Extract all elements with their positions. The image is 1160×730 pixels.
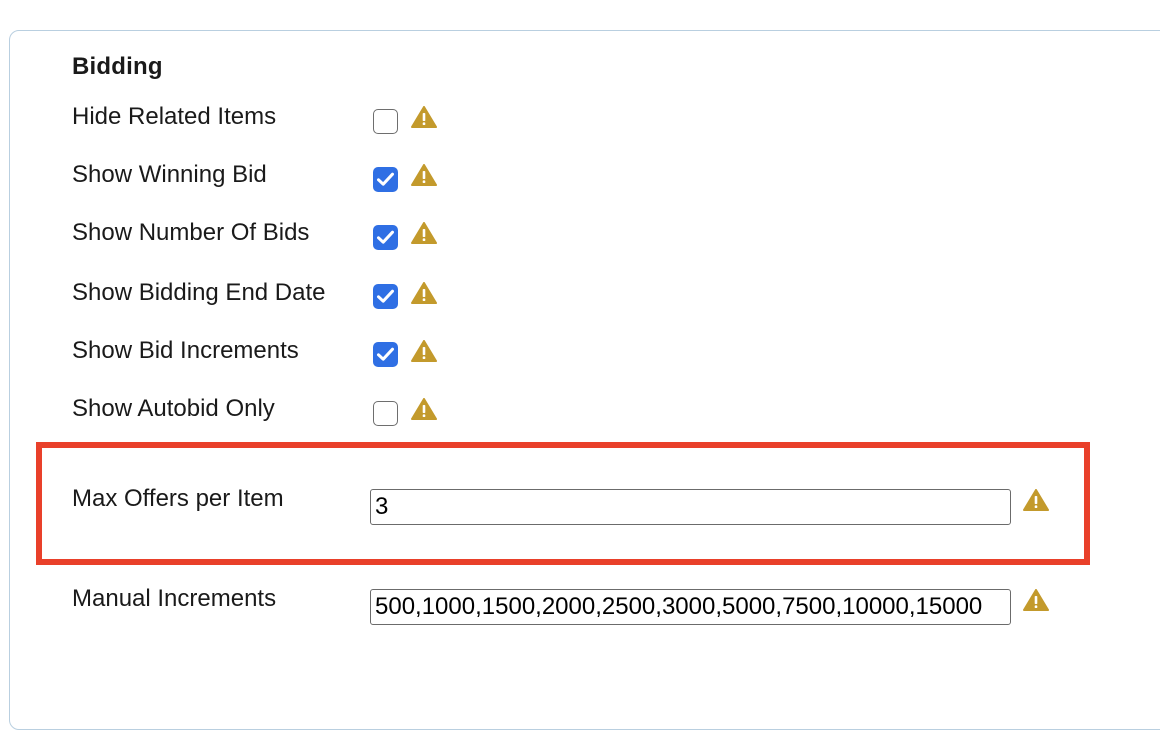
show-number-of-bids-checkbox[interactable] <box>373 225 398 250</box>
warning-icon[interactable] <box>1023 589 1049 611</box>
show-bid-increments-checkbox[interactable] <box>373 342 398 367</box>
warning-icon[interactable] <box>411 340 437 362</box>
setting-label-show-bid-increments: Show Bid Increments <box>72 337 299 364</box>
warning-icon[interactable] <box>1023 489 1049 511</box>
show-winning-bid-checkbox[interactable] <box>373 167 398 192</box>
setting-label-show-bidding-end-date: Show Bidding End Date <box>72 279 326 306</box>
warning-icon[interactable] <box>411 398 437 420</box>
warning-icon[interactable] <box>411 106 437 128</box>
checkmark-icon <box>377 172 394 186</box>
manual-increments-input[interactable] <box>370 589 1011 625</box>
warning-icon[interactable] <box>411 282 437 304</box>
checkmark-icon <box>377 347 394 361</box>
manual-increments-label: Manual Increments <box>72 585 277 612</box>
show-autobid-only-checkbox[interactable] <box>373 401 398 426</box>
setting-label-show-number-of-bids: Show Number Of Bids <box>72 219 310 246</box>
checkmark-icon <box>377 230 394 244</box>
setting-label-show-autobid-only: Show Autobid Only <box>72 395 275 422</box>
max-offers-input[interactable] <box>370 489 1011 525</box>
setting-label-hide-related-items: Hide Related Items <box>72 103 277 130</box>
max-offers-label: Max Offers per Item <box>72 485 284 512</box>
settings-panel <box>9 30 1160 730</box>
warning-icon[interactable] <box>411 222 437 244</box>
warning-icon[interactable] <box>411 164 437 186</box>
section-title: Bidding <box>72 53 163 80</box>
show-bidding-end-date-checkbox[interactable] <box>373 284 398 309</box>
hide-related-items-checkbox[interactable] <box>373 109 398 134</box>
checkmark-icon <box>377 289 394 303</box>
setting-label-show-winning-bid: Show Winning Bid <box>72 161 267 188</box>
